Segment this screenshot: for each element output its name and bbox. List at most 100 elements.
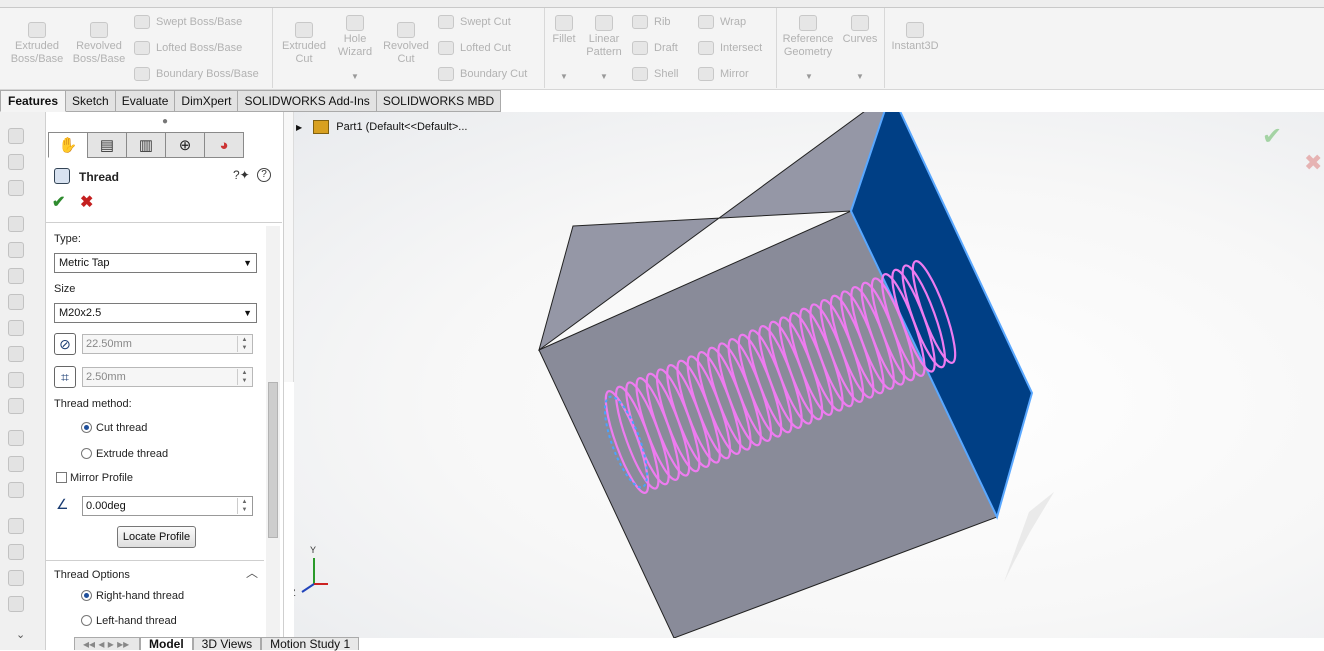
- mushroom-icon[interactable]: [8, 398, 24, 414]
- divider: [46, 560, 264, 561]
- boundary-boss-button[interactable]: Boundary Boss/Base: [134, 67, 259, 82]
- reference-geometry-dropdown-icon[interactable]: ▼: [805, 72, 813, 81]
- angle-input[interactable]: 0.00deg ▲ ▼: [82, 496, 253, 516]
- wrap-button[interactable]: Wrap: [698, 15, 746, 30]
- panel-scrollbar[interactable]: [266, 226, 280, 646]
- tab-3d-views[interactable]: 3D Views: [192, 637, 262, 651]
- curves-button[interactable]: Curves: [840, 15, 880, 46]
- ribbon-top-strip: [0, 0, 1324, 8]
- revolved-cut-icon: [397, 22, 415, 38]
- revolve-icon[interactable]: [8, 154, 24, 170]
- tab-add-ins[interactable]: SOLIDWORKS Add-Ins: [238, 90, 377, 112]
- diameter-input[interactable]: 22.50mm ▲ ▼: [82, 334, 253, 354]
- swept-boss-button[interactable]: Swept Boss/Base: [134, 15, 242, 30]
- confirm-cancel-icon[interactable]: ✖: [1304, 150, 1322, 176]
- intersect-button[interactable]: Intersect: [698, 41, 762, 56]
- pitch-input[interactable]: 2.50mm ▲ ▼: [82, 367, 253, 387]
- spin-arrows-icon[interactable]: ▲ ▼: [237, 336, 251, 352]
- rib-icon[interactable]: [8, 456, 24, 472]
- help-icon[interactable]: ?: [257, 168, 271, 182]
- shell-button[interactable]: Shell: [632, 67, 678, 82]
- linear-pattern-dropdown-icon[interactable]: ▼: [600, 72, 608, 81]
- linear-pattern-button[interactable]: Linear Pattern: [582, 15, 626, 59]
- feature-manager-tab[interactable]: ✋: [48, 132, 88, 158]
- chamfer-icon[interactable]: [8, 346, 24, 362]
- thread-options-header[interactable]: Thread Options: [54, 569, 130, 581]
- ok-check-icon[interactable]: ✔: [52, 192, 65, 212]
- left-hand-radio[interactable]: [81, 615, 92, 626]
- tab-sketch[interactable]: Sketch: [66, 90, 116, 112]
- curve-icon[interactable]: [8, 596, 24, 612]
- model-shadow: [1004, 492, 1054, 582]
- swept-cut-button[interactable]: Swept Cut: [438, 15, 511, 30]
- thread-size-select[interactable]: M20x2.5 ▼: [54, 303, 257, 323]
- spin-arrows-icon[interactable]: ▲ ▼: [237, 498, 251, 514]
- revolved-cut-button[interactable]: Revolved Cut: [380, 22, 432, 66]
- mirror-profile-checkbox[interactable]: [56, 472, 67, 483]
- tab-scroll-arrows[interactable]: ◂◂ ◂ ▸ ▸▸: [74, 637, 140, 651]
- draft-button[interactable]: Draft: [632, 41, 678, 56]
- hole-icon[interactable]: [8, 294, 24, 310]
- cancel-x-icon[interactable]: ✖: [80, 192, 93, 212]
- instant3d-button[interactable]: Instant3D: [888, 22, 942, 53]
- panel-splitter[interactable]: [284, 112, 294, 382]
- sweep-icon[interactable]: [8, 180, 24, 196]
- mirror-icon[interactable]: [8, 518, 24, 534]
- collapse-chevron-icon[interactable]: ︿: [246, 564, 258, 581]
- wrap-icon[interactable]: [8, 544, 24, 560]
- dimxpert-manager-tab[interactable]: ⊕: [165, 132, 205, 158]
- locate-profile-button[interactable]: Locate Profile: [117, 526, 196, 548]
- confirm-check-icon[interactable]: ✔: [1262, 122, 1282, 151]
- expand-chevron-icon[interactable]: ⌄: [16, 628, 25, 641]
- pattern-icon[interactable]: [8, 482, 24, 498]
- size-label: Size: [54, 283, 76, 295]
- hole-wizard-button[interactable]: Hole Wizard: [330, 15, 380, 59]
- fillet-button[interactable]: Fillet: [548, 15, 580, 46]
- thread-feature-icon: [54, 168, 70, 184]
- right-hand-label: Right-hand thread: [96, 590, 185, 602]
- boundary-cut-button[interactable]: Boundary Cut: [438, 67, 527, 82]
- manager-tabs: ✋ ▤ ▥ ⊕ ◕: [48, 132, 244, 158]
- thread-type-select[interactable]: Metric Tap ▼: [54, 253, 257, 273]
- tab-mbd[interactable]: SOLIDWORKS MBD: [376, 90, 502, 112]
- lofted-boss-button[interactable]: Lofted Boss/Base: [134, 41, 242, 56]
- panel-title: Thread: [79, 170, 120, 184]
- reference-geometry-button[interactable]: Reference Geometry: [780, 15, 836, 59]
- tab-motion-study[interactable]: Motion Study 1: [261, 637, 360, 651]
- extruded-boss-button[interactable]: Extruded Boss/Base: [8, 22, 66, 66]
- dome-icon[interactable]: [8, 372, 24, 388]
- scrollbar-thumb[interactable]: [268, 382, 278, 538]
- lofted-cut-button[interactable]: Lofted Cut: [438, 41, 511, 56]
- boundary-icon[interactable]: [8, 242, 24, 258]
- whats-new-help-icon[interactable]: ?✦: [233, 168, 250, 182]
- revolved-boss-button[interactable]: Revolved Boss/Base: [70, 22, 128, 66]
- swept-cut-icon: [438, 15, 454, 30]
- cut-thread-radio[interactable]: [81, 422, 92, 433]
- tab-dimxpert[interactable]: DimXpert: [175, 90, 239, 112]
- loft-icon[interactable]: [8, 216, 24, 232]
- feature-tree-icon: ✋: [58, 137, 78, 154]
- shell-icon[interactable]: [8, 430, 24, 446]
- intersect-icon[interactable]: [8, 570, 24, 586]
- configuration-manager-tab[interactable]: ▥: [126, 132, 166, 158]
- sweep-icon: [134, 15, 150, 30]
- display-manager-tab[interactable]: ◕: [204, 132, 244, 158]
- mirror-button[interactable]: Mirror: [698, 67, 749, 82]
- curves-dropdown-icon[interactable]: ▼: [856, 72, 864, 81]
- tab-features[interactable]: Features: [0, 90, 67, 112]
- extruded-cut-button[interactable]: Extruded Cut: [278, 22, 330, 66]
- spin-arrows-icon[interactable]: ▲ ▼: [237, 369, 251, 385]
- property-manager-tab[interactable]: ▤: [87, 132, 127, 158]
- fillet-dropdown-icon[interactable]: ▼: [560, 72, 568, 81]
- fillet-icon[interactable]: [8, 320, 24, 336]
- panel-grip-icon[interactable]: ●: [162, 116, 168, 127]
- cut-icon[interactable]: [8, 268, 24, 284]
- tab-evaluate[interactable]: Evaluate: [115, 90, 176, 112]
- graphics-area[interactable]: ▶ Part1 (Default<<Default>... ⌕ ⌕ ↶ ▧ ✎ …: [294, 112, 1324, 638]
- hole-wizard-dropdown-icon[interactable]: ▼: [351, 72, 359, 81]
- extrude-icon[interactable]: [8, 128, 24, 144]
- tab-model[interactable]: Model: [140, 637, 193, 651]
- rib-button[interactable]: Rib: [632, 15, 671, 30]
- right-hand-radio[interactable]: [81, 590, 92, 601]
- extrude-thread-radio[interactable]: [81, 448, 92, 459]
